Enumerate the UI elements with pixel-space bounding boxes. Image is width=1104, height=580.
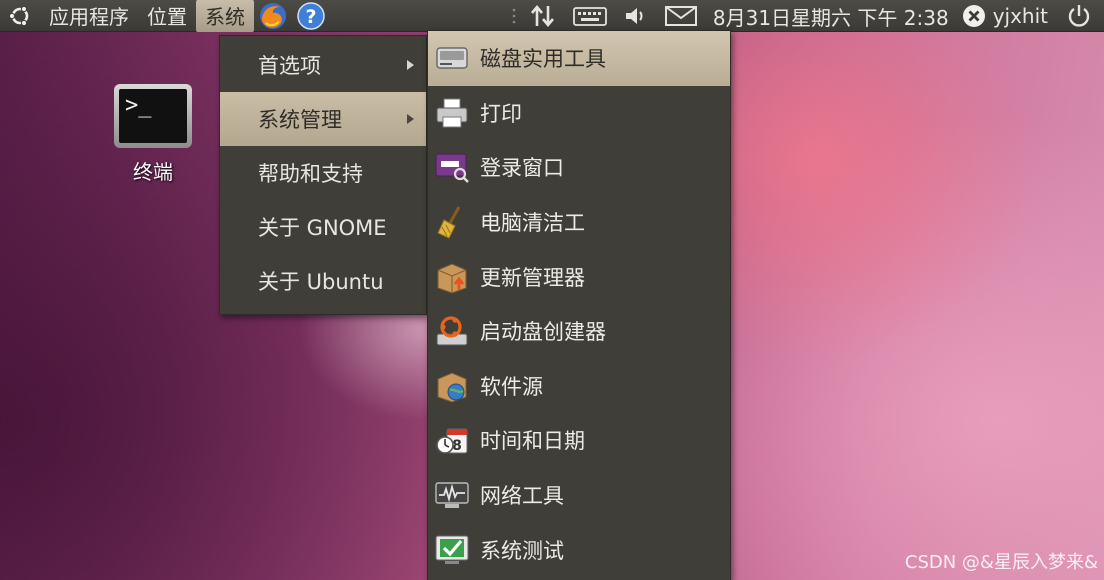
disk-utility-icon xyxy=(434,40,470,76)
menu-item-label: 软件源 xyxy=(480,374,543,399)
clock[interactable]: 8月31日星期六 下午 2:38 xyxy=(705,2,957,31)
menu-item-administration[interactable]: 系统管理 xyxy=(220,92,426,146)
menu-item-printing[interactable]: 打印 xyxy=(428,86,730,141)
menu-system[interactable]: 系统 xyxy=(196,0,254,32)
submenu-arrow-icon xyxy=(407,60,414,70)
panel-left: 应用程序 位置 系统 ? xyxy=(0,0,330,32)
power-icon[interactable] xyxy=(1052,0,1104,32)
terminal-icon-glyph: >_ xyxy=(119,89,187,143)
desktop-icon-terminal[interactable]: >_ 终端 xyxy=(108,84,198,185)
volume-icon[interactable] xyxy=(615,0,657,32)
network-icon[interactable] xyxy=(521,0,565,32)
checkbox-icon xyxy=(434,532,470,568)
menu-item-label: 系统管理 xyxy=(258,108,342,132)
terminal-icon: >_ xyxy=(114,84,192,148)
menu-item-disk-utility[interactable]: 磁盘实用工具 xyxy=(428,31,730,86)
update-manager-icon xyxy=(434,259,470,295)
menu-item-preferences[interactable]: 首选项 xyxy=(220,38,426,92)
administration-submenu: 磁盘实用工具 打印 登录窗口 电脑清洁工 更新管理器 启动盘创建器 软件源 8 … xyxy=(427,30,731,580)
menu-item-label: 登录窗口 xyxy=(480,156,564,181)
menu-item-label: 关于 Ubuntu xyxy=(258,270,384,294)
desktop-icon-label: 终端 xyxy=(133,160,173,184)
printer-icon xyxy=(434,95,470,131)
menu-item-startup-disk-creator[interactable]: 启动盘创建器 xyxy=(428,304,730,359)
menu-item-help[interactable]: 帮助和支持 xyxy=(220,146,426,200)
menu-places[interactable]: 位置 xyxy=(138,0,196,32)
calendar-icon: 8 xyxy=(434,422,470,458)
menu-item-about-gnome[interactable]: 关于 GNOME xyxy=(220,200,426,254)
startup-disk-icon xyxy=(434,313,470,349)
menu-item-label: 时间和日期 xyxy=(480,429,585,454)
keyboard-icon[interactable] xyxy=(565,0,615,32)
user-status-icon[interactable] xyxy=(957,0,987,32)
menu-item-label: 打印 xyxy=(480,101,522,126)
menu-item-software-sources[interactable]: 软件源 xyxy=(428,359,730,414)
menu-item-network-tools[interactable]: 网络工具 xyxy=(428,468,730,523)
network-tools-icon xyxy=(434,477,470,513)
menu-item-label: 帮助和支持 xyxy=(258,162,363,186)
broom-icon xyxy=(434,204,470,240)
top-panel: 应用程序 位置 系统 ? 8月31日星期六 下午 2:38 yjxhit xyxy=(0,0,1104,32)
menu-item-label: 网络工具 xyxy=(480,484,564,509)
user-name[interactable]: yjxhit xyxy=(987,4,1052,28)
svg-text:?: ? xyxy=(305,6,316,28)
menu-item-time-and-date[interactable]: 8 时间和日期 xyxy=(428,413,730,468)
system-menu: 首选项 系统管理 帮助和支持 关于 GNOME 关于 Ubuntu xyxy=(219,35,427,315)
menu-item-label: 启动盘创建器 xyxy=(480,320,606,345)
menu-item-computer-janitor[interactable]: 电脑清洁工 xyxy=(428,195,730,250)
menu-item-label: 首选项 xyxy=(258,54,321,78)
firefox-icon[interactable] xyxy=(254,0,292,32)
menu-item-about-ubuntu[interactable]: 关于 Ubuntu xyxy=(220,254,426,308)
help-icon[interactable]: ? xyxy=(292,0,330,32)
software-sources-icon xyxy=(434,368,470,404)
menu-item-label: 电脑清洁工 xyxy=(480,211,585,236)
mail-icon[interactable] xyxy=(657,0,705,32)
menu-item-login-window[interactable]: 登录窗口 xyxy=(428,140,730,195)
menu-item-label: 系统测试 xyxy=(480,538,564,563)
menu-item-label: 更新管理器 xyxy=(480,265,585,290)
menu-item-label: 关于 GNOME xyxy=(258,216,387,240)
menu-item-system-testing[interactable]: 系统测试 xyxy=(428,522,730,577)
panel-handle xyxy=(507,0,521,32)
submenu-arrow-icon xyxy=(407,114,414,124)
ubuntu-logo-icon[interactable] xyxy=(0,0,40,32)
login-window-icon xyxy=(434,149,470,185)
watermark: CSDN @&星辰入梦来& xyxy=(904,552,1098,573)
panel-right: 8月31日星期六 下午 2:38 yjxhit xyxy=(507,0,1104,32)
menu-item-update-manager[interactable]: 更新管理器 xyxy=(428,249,730,304)
menu-item-label: 磁盘实用工具 xyxy=(480,47,606,72)
menu-applications[interactable]: 应用程序 xyxy=(40,0,138,32)
